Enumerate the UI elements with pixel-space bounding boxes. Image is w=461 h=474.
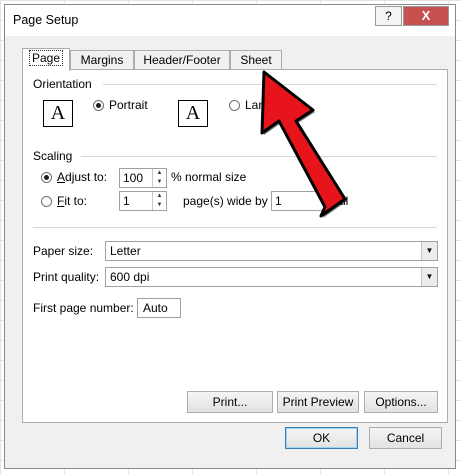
- tab-margins[interactable]: Margins: [70, 50, 134, 70]
- tab-sheet[interactable]: Sheet: [230, 50, 282, 70]
- print-preview-button[interactable]: Print Preview: [277, 391, 359, 413]
- fit-wide-spinner[interactable]: 1 ▲ ▼: [119, 191, 167, 211]
- print-quality-select[interactable]: 600 dpi ▼: [105, 267, 438, 287]
- close-button[interactable]: X: [403, 6, 449, 26]
- spinner-arrows[interactable]: ▲ ▼: [152, 169, 166, 187]
- paper-size-label: Paper size:: [33, 244, 94, 258]
- first-page-number-field[interactable]: Auto: [137, 298, 181, 318]
- orientation-divider: [103, 84, 437, 85]
- portrait-label: Portrait: [109, 98, 148, 112]
- page-tab-panel: Orientation A Portrait A Lan Scaling Adj…: [22, 69, 448, 423]
- tab-header-footer[interactable]: Header/Footer: [134, 50, 230, 70]
- first-page-number-value: Auto: [143, 301, 168, 315]
- chevron-down-icon[interactable]: ▼: [421, 268, 437, 286]
- adjust-to-spinner[interactable]: 100 ▲ ▼: [119, 168, 167, 188]
- scaling-divider: [81, 156, 437, 157]
- adjust-to-value: 100: [123, 171, 144, 185]
- fit-wide-value: 1: [123, 194, 130, 208]
- portrait-radio[interactable]: [93, 100, 104, 111]
- adjust-to-radio[interactable]: [41, 172, 52, 183]
- orientation-group-label: Orientation: [33, 77, 92, 91]
- paper-size-value: Letter: [110, 244, 141, 258]
- print-button[interactable]: Print...: [187, 391, 273, 413]
- fit-wide-suffix: page(s) wide by: [183, 194, 268, 208]
- ok-button[interactable]: OK: [285, 427, 358, 449]
- scaling-group-label: Scaling: [33, 149, 73, 163]
- fit-tall-suffix: tall: [333, 194, 349, 208]
- options-button[interactable]: Options...: [364, 391, 438, 413]
- cancel-button[interactable]: Cancel: [369, 427, 442, 449]
- fit-tall-spinner[interactable]: 1: [271, 191, 331, 211]
- adjust-to-label: Adjust to:: [57, 170, 108, 184]
- tab-page[interactable]: Page: [22, 48, 70, 71]
- print-quality-label: Print quality:: [33, 270, 100, 284]
- page-setup-dialog: Page Setup ? X Page Margins Header/Foote…: [4, 4, 456, 469]
- dialog-title: Page Setup: [13, 13, 79, 27]
- landscape-page-icon: A: [178, 100, 208, 127]
- paper-size-select[interactable]: Letter ▼: [105, 241, 438, 261]
- help-button[interactable]: ?: [375, 6, 402, 26]
- landscape-radio[interactable]: [229, 100, 240, 111]
- title-bar: Page Setup ? X: [5, 5, 455, 36]
- adjust-to-suffix: % normal size: [171, 170, 247, 184]
- first-page-number-label: First page number:: [33, 301, 134, 315]
- fit-tall-value: 1: [275, 194, 282, 208]
- chevron-down-icon[interactable]: ▼: [421, 242, 437, 260]
- fit-to-label: Fit to:: [57, 194, 88, 208]
- spinner-arrows[interactable]: ▲ ▼: [152, 192, 166, 210]
- print-quality-value: 600 dpi: [110, 270, 150, 284]
- portrait-page-icon: A: [43, 100, 73, 127]
- landscape-label: Lan: [245, 98, 266, 112]
- fit-to-radio[interactable]: [41, 196, 52, 207]
- scaling-bottom-divider: [33, 227, 437, 228]
